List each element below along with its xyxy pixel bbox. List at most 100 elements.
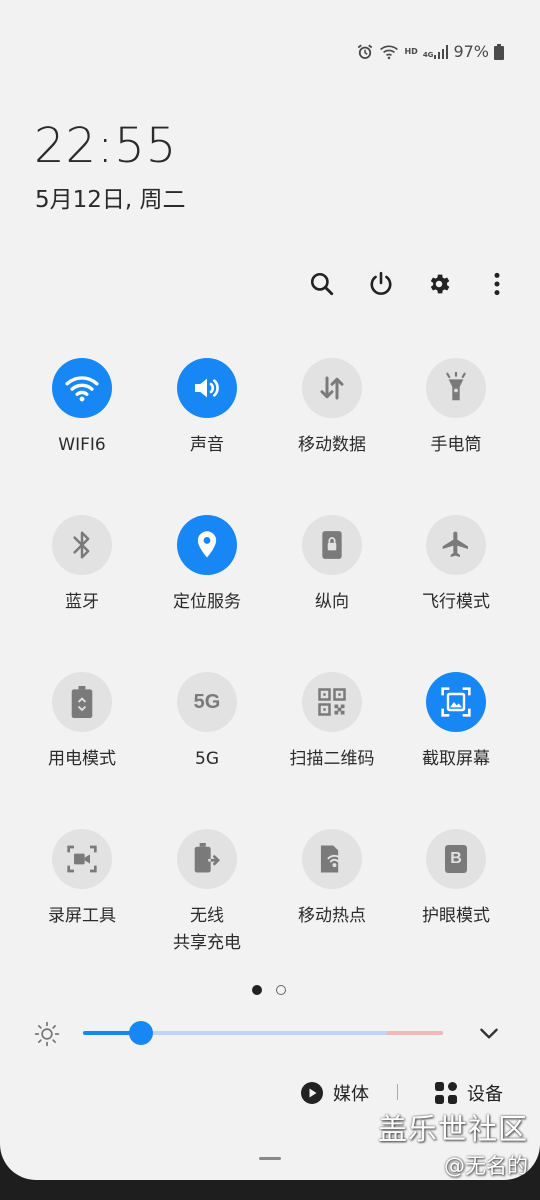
settings-button[interactable] [421,266,457,302]
clock-time[interactable]: 22:55 [34,118,177,174]
volume-icon [195,378,219,398]
tile-sound[interactable]: 声音 [145,358,269,459]
power-icon [370,271,392,295]
screen-recorder-toggle[interactable] [52,829,112,889]
screen-recorder-icon [67,845,97,873]
location-toggle[interactable] [177,515,237,575]
eye-comfort-icon: B [445,845,467,873]
brightness-thumb[interactable] [128,1021,153,1045]
flashlight-icon [446,372,466,401]
tile-bluetooth[interactable]: 蓝牙 [20,515,144,616]
location-icon [197,531,217,558]
tile-label-line2: 共享充电 [173,933,241,953]
play-circle-icon [301,1082,323,1104]
devices-label: 设备 [467,1084,503,1105]
hotspot-toggle[interactable] [302,829,362,889]
tile-power-mode[interactable]: 用电模式 [20,672,144,773]
tile-screenshot[interactable]: 截取屏幕 [394,672,518,773]
tile-label: 飞行模式 [422,592,490,612]
media-output-button[interactable]: 媒体 [300,1080,369,1106]
tile-label: 录屏工具 [48,906,116,926]
tile-label: 5G [195,749,219,769]
more-vertical-icon [494,272,500,296]
network-type: 4G [422,50,434,59]
portrait-toggle[interactable] [302,515,362,575]
tile-eye-comfort[interactable]: B 护眼模式 [394,829,518,930]
chevron-down-icon[interactable] [476,1020,502,1046]
wireless-powershare-toggle[interactable] [177,829,237,889]
tile-mobile-data[interactable]: 移动数据 [270,358,394,459]
tile-label: 移动数据 [298,435,366,455]
tile-label: 蓝牙 [65,592,99,612]
qr-code-icon [318,688,346,716]
tile-label: 截取屏幕 [422,749,490,769]
sound-toggle[interactable] [177,358,237,418]
tile-wireless-powershare[interactable]: 无线 共享充电 [145,829,269,957]
tile-label-line1: 无线 [190,906,224,926]
more-options-button[interactable] [479,266,515,302]
tile-label: 纵向 [315,592,349,612]
bottom-divider [397,1084,398,1100]
tile-label: 定位服务 [173,592,241,612]
bluetooth-toggle[interactable] [52,515,112,575]
tile-label: WIFI6 [58,435,106,455]
quick-panel: HD 4G 97% 22:55 5月12日, 周二 WIFI6 声音 移动数据 … [0,0,540,1180]
airplane-toggle[interactable] [426,515,486,575]
portrait-lock-icon [322,531,342,559]
tile-label: 移动热点 [298,906,366,926]
eye-comfort-toggle[interactable]: B [426,829,486,889]
tile-label: 手电筒 [430,435,482,455]
watermark-community: 盖乐世社区 [377,1112,528,1146]
devices-grid-icon [435,1082,457,1104]
eye-comfort-glyph: B [450,850,462,867]
tile-label: 用电模式 [48,749,116,769]
wifi-toggle[interactable] [52,358,112,418]
signal-icon: 4G [422,44,449,59]
tile-qr-scanner[interactable]: 扫描二维码 [270,672,394,773]
bluetooth-icon [73,531,90,559]
wifi-icon [65,376,99,402]
tile-5g[interactable]: 5G 5G [145,672,269,773]
tile-screen-recorder[interactable]: 录屏工具 [20,829,144,930]
tile-label: 护眼模式 [422,906,490,926]
power-mode-icon [71,686,93,718]
tile-label: 声音 [190,435,224,455]
panel-actions [300,266,520,302]
screenshot-icon [441,687,471,717]
wireless-powershare-icon [194,843,220,873]
mobile-data-icon [320,376,344,400]
clock-date[interactable]: 5月12日, 周二 [35,180,186,214]
search-button[interactable] [304,266,340,302]
power-button[interactable] [363,266,399,302]
5g-icon: 5G [193,690,221,713]
5g-toggle[interactable]: 5G [177,672,237,732]
alarm-icon [358,44,373,59]
media-label: 媒体 [333,1084,369,1105]
tile-wifi[interactable]: WIFI6 [20,358,144,459]
screenshot-toggle[interactable] [426,672,486,732]
watermark-author: @无名的 [444,1154,528,1178]
battery-percent: 97% [453,42,489,61]
panel-handle[interactable] [259,1157,281,1160]
brightness-warm-zone [387,1031,443,1035]
tile-flashlight[interactable]: 手电筒 [394,358,518,459]
tile-portrait[interactable]: 纵向 [270,515,394,616]
hd-badge: HD [404,47,418,56]
page-indicator [252,985,286,995]
search-icon [310,272,334,296]
tile-airplane[interactable]: 飞行模式 [394,515,518,616]
mobile-data-toggle[interactable] [302,358,362,418]
devices-button[interactable]: 设备 [434,1080,503,1106]
power-mode-toggle[interactable] [52,672,112,732]
qr-scanner-toggle[interactable] [302,672,362,732]
hotspot-icon [320,845,342,873]
tile-hotspot[interactable]: 移动热点 [270,829,394,930]
status-bar: HD 4G 97% [356,42,504,61]
flashlight-toggle[interactable] [426,358,486,418]
tile-location[interactable]: 定位服务 [145,515,269,616]
gear-icon [430,274,450,294]
page-dot[interactable] [276,985,286,995]
page-dot-active[interactable] [252,985,262,995]
airplane-icon [442,531,468,557]
tile-label: 扫描二维码 [289,749,375,769]
